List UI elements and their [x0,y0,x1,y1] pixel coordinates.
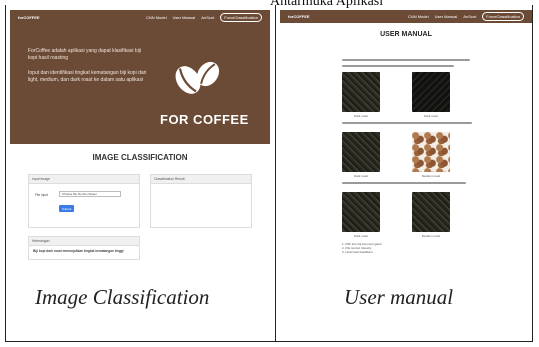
coffee-thumbnail [342,132,380,172]
image-classification-screenshot: forCOFFEE CNN Model User Manual AnScot F… [10,10,270,280]
nav-links: CNN Model User Manual AnScot ForceClassi… [408,12,524,21]
thumbnail-caption: Medium roast [421,234,441,238]
coffee-thumbnail [342,72,380,112]
nav-link-cnn-model[interactable]: CNN Model [408,14,429,19]
coffee-thumbnail [412,192,450,232]
file-input-label: File input [35,193,48,197]
nav-link-cnn-model[interactable]: CNN Model [146,15,167,20]
nav-link-user-manual[interactable]: User Manual [435,14,458,19]
caption-image-classification: Image Classification [35,285,210,309]
section-title: IMAGE CLASSIFICATION [92,153,188,162]
nav-classification-button[interactable]: ForceClassification [482,12,524,21]
thumbnail-caption: Dark roast [354,114,368,118]
file-name-text: No file chosen [77,192,97,196]
result-card: Classification Result [150,174,252,228]
user-manual-screenshot: forCOFFEE CNN Model User Manual AnScot F… [280,10,532,280]
hero-banner: ForCoffee adalah aplikasi yang dapat kla… [10,24,270,144]
info-card: Keterangan Biji kopi dark roast menunjuk… [28,236,140,260]
info-card-header: Keterangan [29,237,139,246]
navbar: forCOFFEE CNN Model User Manual AnScot F… [280,10,532,23]
nav-classification-button[interactable]: ForceClassification [220,12,262,22]
caption-user-manual: User manual [344,285,454,309]
nav-link-anscot[interactable]: AnScot [201,15,214,20]
coffee-thumbnail [412,132,450,172]
intro-text-line [342,65,454,67]
nav-brand[interactable]: forCOFFEE [18,15,40,20]
step-item: 3. Lihat hasil klasifikasi [342,250,373,254]
navbar: forCOFFEE CNN Model User Manual AnScot F… [10,10,270,24]
panel-divider [275,5,276,342]
nav-links: CNN Model User Manual AnScot ForceClassi… [146,12,262,22]
coffee-thumbnail [412,72,450,112]
result-card-header: Classification Result [151,175,251,184]
user-manual-title: USER MANUAL [380,31,432,38]
upload-card-header: Input Image [29,175,139,184]
step-text-line [342,122,472,124]
file-input[interactable]: Choose file No file chosen [59,191,121,197]
nav-link-anscot[interactable]: AnScot [463,14,476,19]
coffee-beans-icon [175,61,220,94]
hero-paragraph-1: ForCoffee adalah aplikasi yang dapat kla… [28,48,142,61]
coffee-thumbnail [342,192,380,232]
thumbnail-caption: Medium roast [421,174,441,178]
thumbnail-caption: Dark roast [424,114,438,118]
hero-title: FOR COFFEE [160,112,249,127]
info-card-text: Biji kopi dark roast menunjukkan tingkat… [33,249,124,253]
hero-paragraph-2: Input dan identifikasi tingkat kematanga… [28,70,147,83]
step-text-line [342,182,466,184]
choose-file-button[interactable]: Choose file [62,192,77,196]
nav-brand[interactable]: forCOFFEE [288,14,310,19]
upload-card: Input Image File input Choose file No fi… [28,174,140,228]
nav-link-user-manual[interactable]: User Manual [173,15,196,20]
submit-button[interactable]: Submit [59,205,75,212]
steps-list: 1. Pilih foto biji kopi dari galeri 2. K… [342,242,382,254]
intro-text-line [342,59,470,61]
thumbnail-caption: Dark roast [354,174,368,178]
thumbnail-caption: Dark roast [354,234,368,238]
